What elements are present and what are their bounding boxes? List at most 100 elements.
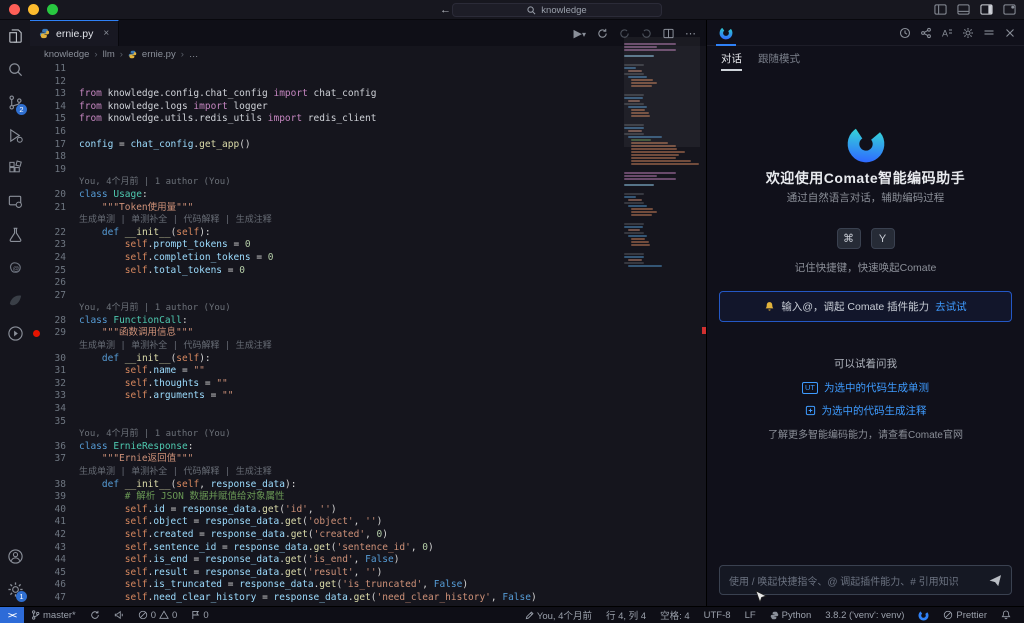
- try-it-link[interactable]: 去试试: [935, 299, 967, 314]
- code-line[interactable]: 47 self.need_clear_history = response_da…: [30, 592, 622, 605]
- notice-banner[interactable]: 输入@，调起 Comate 插件能力 去试试: [719, 291, 1012, 322]
- breakpoint-dot[interactable]: [30, 327, 41, 340]
- blame-item[interactable]: You, 4个月前: [525, 608, 592, 622]
- command-center-search[interactable]: knowledge: [452, 3, 662, 17]
- toggle-secondary-sidebar-icon[interactable]: [980, 3, 993, 16]
- code-line[interactable]: 19: [30, 164, 622, 177]
- code-line[interactable]: 45 self.result = response_data.get('resu…: [30, 567, 622, 580]
- explorer-icon[interactable]: [0, 20, 30, 53]
- tab-follow-mode[interactable]: 跟随模式: [758, 51, 800, 66]
- comate-status-icon[interactable]: [918, 610, 929, 621]
- run-python-file-button[interactable]: ▶▾: [574, 27, 586, 40]
- code-line[interactable]: You, 4个月前 | 1 author (You): [30, 302, 622, 315]
- toggle-sidebar-icon[interactable]: [934, 3, 947, 16]
- code-line[interactable]: 41 self.object = response_data.get('obje…: [30, 516, 622, 529]
- minimize-window-button[interactable]: [28, 4, 39, 15]
- font-edit-icon[interactable]: A: [941, 27, 953, 39]
- plugin-leaf-icon[interactable]: [0, 284, 30, 317]
- code-line[interactable]: 26: [30, 277, 622, 290]
- cursor-position-item[interactable]: 行 4, 列 4: [606, 608, 646, 622]
- encoding-item[interactable]: UTF-8: [704, 610, 731, 621]
- remote-indicator[interactable]: ><: [0, 607, 24, 623]
- code-line[interactable]: You, 4个月前 | 1 author (You): [30, 176, 622, 189]
- code-line[interactable]: 39 # 解析 JSON 数据并赋值给对象属性: [30, 491, 622, 504]
- breadcrumb-item[interactable]: knowledge: [44, 49, 89, 60]
- remote-explorer-icon[interactable]: [0, 185, 30, 218]
- code-line[interactable]: 31 self.name = "": [30, 365, 622, 378]
- customize-layout-icon[interactable]: [1003, 3, 1016, 16]
- comate-view-tab[interactable]: [715, 20, 737, 46]
- code-line[interactable]: 21 """Token使用量""": [30, 202, 622, 215]
- settings-gear-icon[interactable]: 1: [0, 573, 30, 606]
- code-line[interactable]: 35: [30, 416, 622, 429]
- code-line[interactable]: 12: [30, 76, 622, 89]
- code-line[interactable]: 36class ErnieResponse:: [30, 441, 622, 454]
- code-line[interactable]: 38 def __init__(self, response_data):: [30, 479, 622, 492]
- code-line[interactable]: 22 def __init__(self):: [30, 227, 622, 240]
- prettier-item[interactable]: Prettier: [943, 610, 987, 621]
- tab-chat[interactable]: 对话: [721, 51, 742, 66]
- code-line[interactable]: 23 self.prompt_tokens = 0: [30, 239, 622, 252]
- code-line[interactable]: 17config = chat_config.get_app(): [30, 139, 622, 152]
- code-line[interactable]: 18: [30, 151, 622, 164]
- panel-settings-icon[interactable]: [962, 27, 974, 39]
- code-line[interactable]: 11: [30, 63, 622, 76]
- breadcrumb-item[interactable]: ernie.py: [142, 49, 176, 60]
- git-branch-item[interactable]: master*: [31, 610, 76, 621]
- source-control-icon[interactable]: 2: [0, 86, 30, 119]
- code-line[interactable]: 15from knowledge.utils.redis_utils impor…: [30, 113, 622, 126]
- interpreter-item[interactable]: 3.8.2 ('venv': venv): [825, 610, 904, 621]
- panel-menu-icon[interactable]: [983, 27, 995, 39]
- language-mode-item[interactable]: Python: [770, 610, 812, 621]
- flag-item[interactable]: 0: [191, 610, 208, 621]
- code-line[interactable]: You, 4个月前 | 1 author (You): [30, 428, 622, 441]
- run-debug-icon[interactable]: [0, 119, 30, 152]
- notifications-item[interactable]: [1001, 610, 1011, 620]
- announcement-item[interactable]: [114, 610, 124, 620]
- code-line[interactable]: 生成单测 | 单测补全 | 代码解释 | 生成注释: [30, 340, 622, 353]
- send-icon[interactable]: [989, 574, 1002, 587]
- sync-item[interactable]: [90, 610, 100, 620]
- code-line[interactable]: 13from knowledge.config.chat_config impo…: [30, 88, 622, 101]
- eol-item[interactable]: LF: [745, 610, 756, 621]
- breadcrumb-item[interactable]: llm: [103, 49, 115, 60]
- code-line[interactable]: 25 self.total_tokens = 0: [30, 265, 622, 278]
- code-runner-icon[interactable]: [0, 317, 30, 350]
- breadcrumb-item[interactable]: …: [189, 49, 199, 60]
- code-line[interactable]: 24 self.completion_tokens = 0: [30, 252, 622, 265]
- tab-close-icon[interactable]: ×: [103, 28, 109, 39]
- close-window-button[interactable]: [9, 4, 20, 15]
- history-icon[interactable]: [899, 27, 911, 39]
- code-lines[interactable]: 111213from knowledge.config.chat_config …: [30, 63, 622, 606]
- code-line[interactable]: 42 self.created = response_data.get('cre…: [30, 529, 622, 542]
- plugin-paw-icon[interactable]: @: [0, 251, 30, 284]
- code-line[interactable]: 14from knowledge.logs import logger: [30, 101, 622, 114]
- toggle-panel-icon[interactable]: [957, 3, 970, 16]
- suggestion-generate-comments[interactable]: 为选中的代码生成注释: [707, 403, 1024, 418]
- share-icon[interactable]: [920, 27, 932, 39]
- search-sidebar-icon[interactable]: [0, 53, 30, 86]
- account-icon[interactable]: [0, 540, 30, 573]
- minimap-slider[interactable]: [624, 37, 700, 147]
- zoom-window-button[interactable]: [47, 4, 58, 15]
- code-line[interactable]: 生成单测 | 单测补全 | 代码解释 | 生成注释: [30, 214, 622, 227]
- history-back-icon[interactable]: ←: [440, 4, 451, 16]
- code-line[interactable]: 27: [30, 290, 622, 303]
- code-line[interactable]: 43 self.sentence_id = response_data.get(…: [30, 542, 622, 555]
- testing-icon[interactable]: [0, 218, 30, 251]
- restart-icon[interactable]: [597, 28, 608, 39]
- indentation-item[interactable]: 空格: 4: [660, 608, 690, 622]
- code-line[interactable]: 16: [30, 126, 622, 139]
- code-line[interactable]: 33 self.arguments = "": [30, 390, 622, 403]
- code-line[interactable]: 40 self.id = response_data.get('id', ''): [30, 504, 622, 517]
- code-line[interactable]: 37 """Ernie返回值""": [30, 453, 622, 466]
- code-line[interactable]: 生成单测 | 单测补全 | 代码解释 | 生成注释: [30, 466, 622, 479]
- suggestion-generate-unit-test[interactable]: UT 为选中的代码生成单测: [707, 380, 1024, 395]
- code-line[interactable]: 20class Usage:: [30, 189, 622, 202]
- code-line[interactable]: 30 def __init__(self):: [30, 353, 622, 366]
- learn-more-text[interactable]: 了解更多智能编码能力，请查看Comate官网: [707, 426, 1024, 441]
- code-line[interactable]: 34: [30, 403, 622, 416]
- problems-item[interactable]: 0 0: [138, 610, 178, 621]
- breadcrumb[interactable]: knowledge› llm› ernie.py› …: [30, 46, 706, 63]
- code-line[interactable]: 44 self.is_end = response_data.get('is_e…: [30, 554, 622, 567]
